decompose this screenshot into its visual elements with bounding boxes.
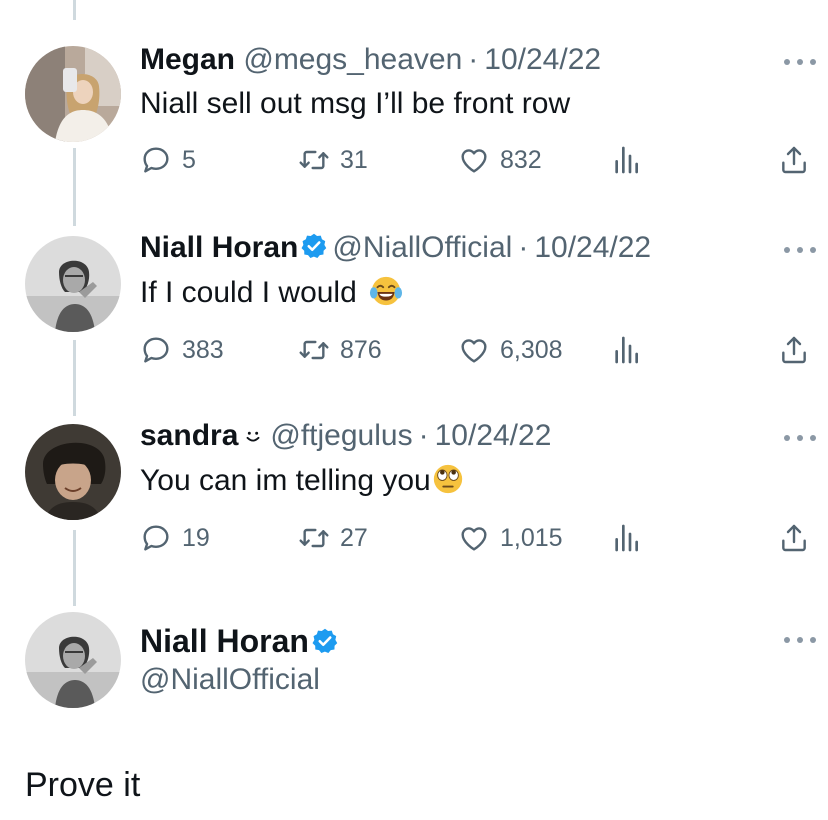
author-name[interactable]: Megan [140,43,235,76]
author-name[interactable]: Niall Horan [140,231,298,264]
like-count: 1,015 [500,523,563,552]
share-button[interactable] [778,330,810,370]
tweet-actions: 5 31 832 [140,140,820,180]
tweet-header: sandra @ftjegulus · 10/24/22 [140,418,551,454]
tears-of-joy-emoji-icon [370,276,403,306]
more-icon[interactable] [782,432,818,444]
tweet-actions: 383 876 6,308 [140,330,820,370]
retweet-icon [298,522,330,554]
smiley-icon [246,431,260,442]
views-icon [610,144,642,176]
tweet-date[interactable]: 10/24/22 [484,43,601,76]
like-icon [458,522,490,554]
tweet-actions: 19 27 1,015 [140,518,820,558]
author-handle[interactable]: @megs_heaven [243,43,462,76]
verified-badge-icon [311,627,339,655]
more-icon[interactable] [782,244,818,256]
tweet-text: You can im telling you [140,462,465,499]
separator-dot: · [462,43,485,76]
views-button[interactable] [610,140,642,180]
reply-count: 5 [182,145,196,174]
tweet-body: Niall sell out msg I’ll be front row [140,87,571,120]
like-icon [458,144,490,176]
avatar[interactable] [25,236,121,332]
avatar[interactable] [25,424,121,520]
more-icon[interactable] [782,634,818,646]
views-icon [610,334,642,366]
retweet-button[interactable]: 876 [298,330,382,370]
views-icon [610,522,642,554]
author-handle[interactable]: @NiallOfficial [140,662,320,698]
retweet-count: 27 [340,523,368,552]
retweet-count: 876 [340,335,382,364]
retweet-button[interactable]: 31 [298,140,368,180]
share-button[interactable] [778,140,810,180]
tweet-body: If I could I would [140,276,357,309]
reply-button[interactable]: 383 [140,330,224,370]
thread-connector-line [73,340,76,416]
tweet-date[interactable]: 10/24/22 [435,419,552,452]
verified-badge-icon [300,232,328,260]
share-button[interactable] [778,518,810,558]
like-icon [458,334,490,366]
separator-dot: · [412,419,435,452]
avatar[interactable] [25,612,121,708]
thread-connector-line [73,148,76,226]
retweet-icon [298,144,330,176]
more-icon[interactable] [782,56,818,68]
author-name[interactable]: sandra [140,419,238,452]
main-tweet-author: Niall Horan [140,622,343,660]
like-count: 6,308 [500,335,563,364]
reply-icon [140,144,172,176]
retweet-count: 31 [340,145,368,174]
author-handle[interactable]: @ftjegulus [270,419,412,452]
views-button[interactable] [610,330,642,370]
like-count: 832 [500,145,542,174]
share-icon [778,144,810,176]
reply-count: 383 [182,335,224,364]
reply-icon [140,522,172,554]
tweet-body: You can im telling you [140,464,431,497]
like-button[interactable]: 832 [458,140,542,180]
retweet-icon [298,334,330,366]
share-icon [778,334,810,366]
share-icon [778,522,810,554]
avatar[interactable] [25,46,121,142]
tweet-header: Niall Horan @NiallOfficial · 10/24/22 [140,230,651,266]
like-button[interactable]: 1,015 [458,518,563,558]
author-name[interactable]: Niall Horan [140,623,309,659]
thread-connector-line [73,530,76,606]
rolling-eyes-emoji-icon [433,464,462,494]
separator-dot: · [512,231,535,264]
tweet-date[interactable]: 10/24/22 [534,231,651,264]
reply-icon [140,334,172,366]
reply-button[interactable]: 19 [140,518,210,558]
thread-connector-line [73,0,76,20]
tweet-text: Niall sell out msg I’ll be front row [140,86,570,122]
views-button[interactable] [610,518,642,558]
author-handle[interactable]: @NiallOfficial [332,231,512,264]
like-button[interactable]: 6,308 [458,330,563,370]
main-tweet-text: Prove it [25,766,141,804]
reply-count: 19 [182,523,210,552]
tweet-text: If I could I would [140,274,403,311]
tweet-header: Megan @megs_heaven · 10/24/22 [140,42,601,78]
reply-button[interactable]: 5 [140,140,196,180]
retweet-button[interactable]: 27 [298,518,368,558]
